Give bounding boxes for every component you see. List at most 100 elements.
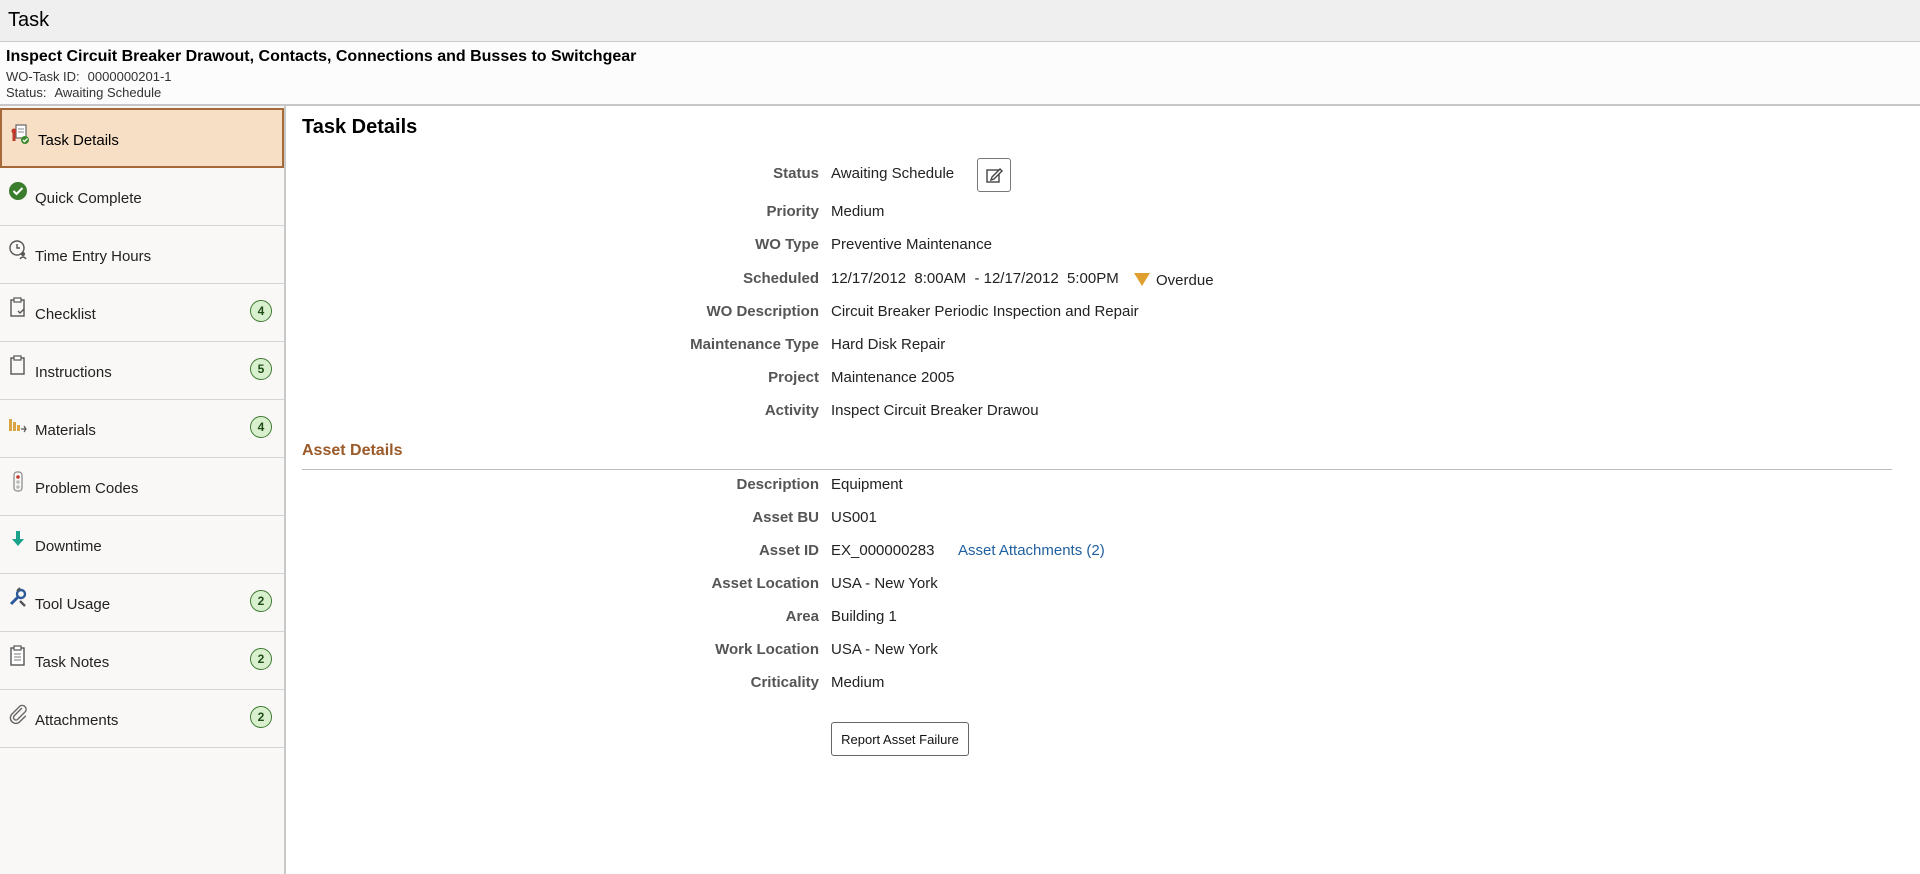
sidebar-item-label: Problem Codes <box>35 480 139 497</box>
sidebar-item-label: Quick Complete <box>35 190 142 207</box>
sidebar-item-time-entry-hours[interactable]: Time Entry Hours <box>0 226 284 284</box>
field-value: Hard Disk Repair <box>831 336 946 353</box>
sidebar-item-label: Task Notes <box>35 654 110 671</box>
edit-status-button[interactable] <box>977 158 1011 192</box>
field-maintenance-type: Maintenance Type Hard Disk Repair <box>286 334 1886 358</box>
clock-person-icon <box>8 239 28 261</box>
field-value: Inspect Circuit Breaker Drawou <box>831 402 1039 419</box>
field-label: Area <box>785 608 819 625</box>
count-badge: 4 <box>250 416 272 438</box>
wo-task-id-value: 0000000201-1 <box>87 69 172 84</box>
overdue-triangle-icon <box>1134 273 1150 286</box>
task-details-title: Task Details <box>302 116 418 138</box>
traffic-light-icon <box>8 471 28 493</box>
task-details-icon <box>10 123 30 145</box>
report-asset-failure-button[interactable]: Report Asset Failure <box>831 722 969 756</box>
paperclip-icon <box>8 703 28 725</box>
field-area: Area Building 1 <box>286 606 1886 630</box>
asset-details-title: Asset Details <box>302 442 1892 470</box>
sidebar-item-attachments[interactable]: Attachments 2 <box>0 690 284 748</box>
clipboard-icon <box>8 355 28 377</box>
sidebar-item-task-notes[interactable]: Task Notes 2 <box>0 632 284 690</box>
field-value: EX_000000283 <box>831 542 935 559</box>
sidebar-item-problem-codes[interactable]: Problem Codes <box>0 458 284 516</box>
header-status-label: Status: <box>6 85 47 100</box>
materials-icon <box>8 413 28 435</box>
overdue-indicator: Overdue <box>1134 272 1214 289</box>
field-value: Medium <box>831 203 885 220</box>
sidebar-item-downtime[interactable]: Downtime <box>0 516 284 574</box>
wo-task-id: WO-Task ID: 0000000201-1 <box>6 69 172 84</box>
task-name: Inspect Circuit Breaker Drawout, Contact… <box>6 48 637 65</box>
field-wo-type: WO Type Preventive Maintenance <box>286 234 1886 258</box>
page-header-bar: Task <box>0 0 1920 42</box>
sidebar-item-instructions[interactable]: Instructions 5 <box>0 342 284 400</box>
sidebar-item-label: Checklist <box>35 306 96 323</box>
field-label: WO Type <box>755 236 819 253</box>
sidebar-item-materials[interactable]: Materials 4 <box>0 400 284 458</box>
field-label: Asset Location <box>711 575 819 592</box>
field-value: Circuit Breaker Periodic Inspection and … <box>831 303 1139 320</box>
count-badge: 2 <box>250 648 272 670</box>
field-value: USA - New York <box>831 575 938 592</box>
field-value: Building 1 <box>831 608 897 625</box>
field-work-location: Work Location USA - New York <box>286 639 1886 663</box>
sidebar-item-label: Downtime <box>35 538 102 555</box>
edit-icon <box>978 168 1010 195</box>
header-status: Status: Awaiting Schedule <box>6 85 161 100</box>
page-title: Task <box>8 9 50 31</box>
notes-icon <box>8 645 28 667</box>
field-scheduled: Scheduled 12/17/2012 8:00AM - 12/17/2012… <box>286 268 1886 292</box>
field-activity: Activity Inspect Circuit Breaker Drawou <box>286 400 1886 424</box>
asset-attachments-link[interactable]: Asset Attachments (2) <box>958 542 1105 559</box>
field-label: Scheduled <box>743 270 819 287</box>
field-label: Asset BU <box>752 509 819 526</box>
field-label: Description <box>736 476 819 493</box>
wrench-icon <box>8 587 28 609</box>
field-label: Priority <box>766 203 819 220</box>
field-value: Awaiting Schedule <box>831 165 955 182</box>
down-arrow-icon <box>8 529 28 551</box>
sidebar-item-quick-complete[interactable]: Quick Complete <box>0 168 284 226</box>
field-label: Work Location <box>715 641 819 658</box>
sidebar-item-label: Time Entry Hours <box>35 248 152 265</box>
sidebar-item-label: Tool Usage <box>35 596 111 613</box>
clipboard-check-icon <box>8 297 28 319</box>
header-status-value: Awaiting Schedule <box>54 85 162 100</box>
sidebar-item-label: Instructions <box>35 364 112 381</box>
field-label: Asset ID <box>758 542 819 559</box>
field-value: 12/17/2012 8:00AM - 12/17/2012 5:00PM <box>831 270 1119 287</box>
field-wo-description: WO Description Circuit Breaker Periodic … <box>286 301 1886 325</box>
task-header: Inspect Circuit Breaker Drawout, Contact… <box>0 42 1920 106</box>
field-value: Equipment <box>831 476 903 493</box>
sidebar-item-label: Materials <box>35 422 96 439</box>
field-label: Activity <box>764 402 819 419</box>
field-label: Criticality <box>750 674 819 691</box>
field-value: Medium <box>831 674 885 691</box>
field-asset-location: Asset Location USA - New York <box>286 573 1886 597</box>
field-value: Preventive Maintenance <box>831 236 992 253</box>
sidebar-item-label: Task Details <box>38 132 119 149</box>
main-content: Task Details Status Awaiting Schedule Pr… <box>286 106 1920 874</box>
sidebar-item-task-details[interactable]: Task Details <box>0 108 284 168</box>
field-value: Maintenance 2005 <box>831 369 955 386</box>
sidebar: Task Details Quick Complete Time Entry H… <box>0 106 286 874</box>
field-label: Project <box>768 369 819 386</box>
field-label: Maintenance Type <box>690 336 819 353</box>
count-badge: 2 <box>250 590 272 612</box>
wo-task-id-label: WO-Task ID: <box>6 69 80 84</box>
check-circle-icon <box>8 181 28 203</box>
field-value: US001 <box>831 509 877 526</box>
field-label: WO Description <box>706 303 819 320</box>
field-label: Status <box>773 165 819 182</box>
sidebar-item-tool-usage[interactable]: Tool Usage 2 <box>0 574 284 632</box>
field-status: Status Awaiting Schedule <box>286 163 1886 187</box>
field-asset-bu: Asset BU US001 <box>286 507 1886 531</box>
sidebar-item-checklist[interactable]: Checklist 4 <box>0 284 284 342</box>
count-badge: 4 <box>250 300 272 322</box>
sidebar-item-label: Attachments <box>35 712 119 729</box>
overdue-label: Overdue <box>1156 272 1214 289</box>
field-priority: Priority Medium <box>286 201 1886 225</box>
field-project: Project Maintenance 2005 <box>286 367 1886 391</box>
count-badge: 5 <box>250 358 272 380</box>
